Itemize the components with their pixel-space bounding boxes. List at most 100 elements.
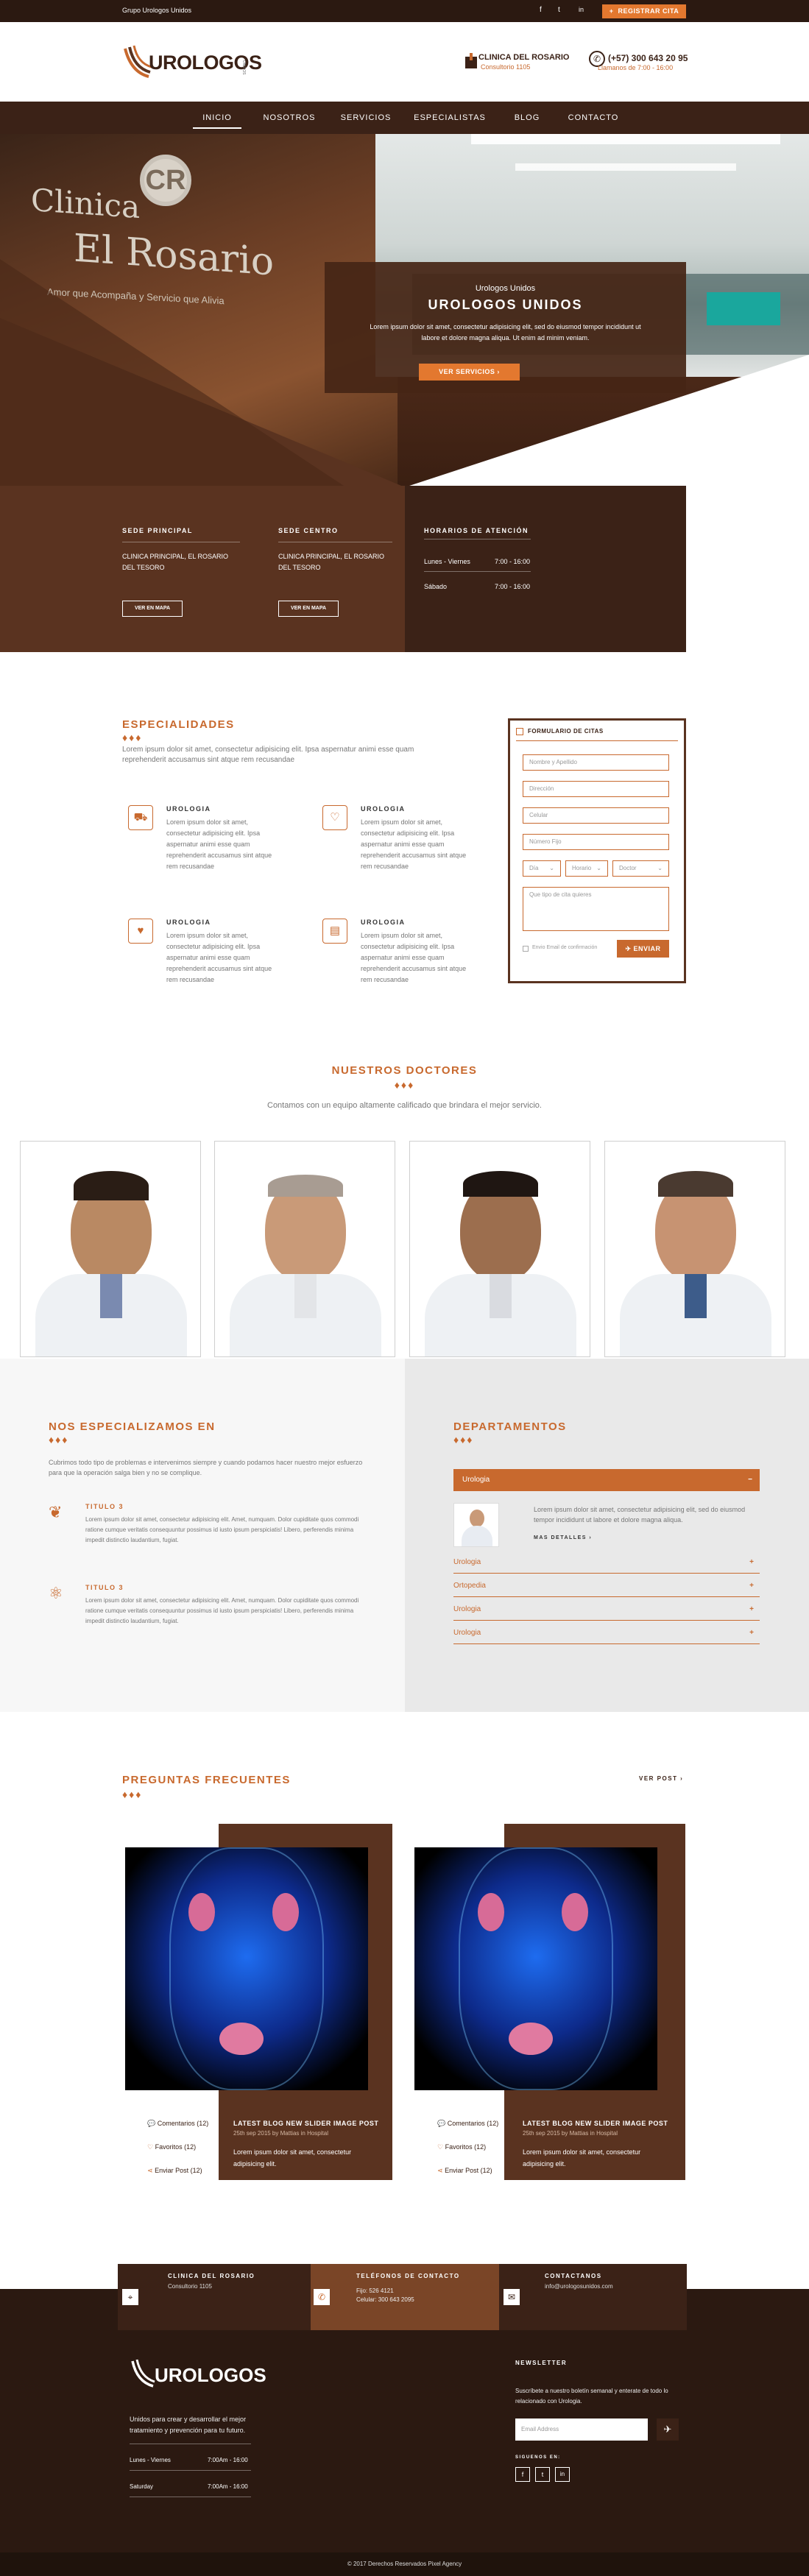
plus-icon: + (749, 1629, 754, 1637)
specialty-title: UROLOGIA (361, 805, 406, 813)
name-field[interactable]: Nombre y Apellido (523, 754, 669, 771)
facebook-icon[interactable]: f (540, 6, 542, 14)
social-title: SIGUENOS EN: (515, 2455, 561, 2460)
blog-post-image[interactable] (414, 1847, 657, 2090)
contact-strip-line: Fijo: 526 4121 (356, 2287, 394, 2294)
doctor-card[interactable] (604, 1141, 785, 1357)
doctor-card[interactable] (409, 1141, 590, 1357)
newsletter-email-input[interactable]: Email Address (515, 2418, 648, 2441)
title-dots: ♦♦♦ (49, 1434, 69, 1446)
department-item[interactable]: Urologia + (453, 1599, 760, 1621)
blog-post-title[interactable]: LATEST BLOG NEW SLIDER IMAGE POST (233, 2120, 381, 2127)
hero-title: UROLOGOS UNIDOS (428, 297, 583, 312)
share-label: Enviar Post (12) (445, 2167, 492, 2174)
faq-title: PREGUNTAS FRECUENTES (122, 1774, 291, 1786)
heart-icon: ♡ (437, 2143, 444, 2151)
comments-label: Comentarios (12) (447, 2120, 499, 2127)
phone-field[interactable]: Número Fijo (523, 834, 669, 850)
locations-strip: SEDE PRINCIPAL CLINICA PRINCIPAL, EL ROS… (0, 486, 809, 652)
comments-link[interactable]: 💬 Comentarios (12) (437, 2120, 498, 2128)
submit-button[interactable]: ✈ ENVIAR (617, 940, 669, 958)
nav-item-blog[interactable]: BLOG (505, 102, 549, 134)
nav-item-inicio[interactable]: INICIO (193, 107, 241, 129)
linkedin-icon[interactable]: in (555, 2467, 570, 2482)
footer-about: Unidos para crear y desarrollar el mejor… (130, 2416, 247, 2434)
specialty-text: Lorem ipsum dolor sit amet, consectetur … (166, 932, 272, 983)
logo-subtext: UNIDOS (241, 60, 246, 75)
specialize-item-title: TITULO 3 (85, 1584, 124, 1591)
share-link[interactable]: ⋖ Enviar Post (12) (437, 2167, 492, 2175)
header-phone[interactable]: (+57) 300 643 20 95 (608, 53, 688, 63)
address-field[interactable]: Dirección (523, 781, 669, 797)
newsletter-email-placeholder: Email Address (521, 2426, 559, 2432)
comments-link[interactable]: 💬 Comentarios (12) (147, 2120, 208, 2128)
confirmation-checkbox[interactable] (523, 946, 529, 952)
nav-item-contacto[interactable]: CONTACTO (564, 102, 623, 134)
especialidades-section: ESPECIALIDADES ♦♦♦ Lorem ipsum dolor sit… (0, 652, 809, 991)
department-item[interactable]: Urologia + (453, 1622, 760, 1644)
facebook-icon[interactable]: f (515, 2467, 530, 2482)
register-appointment-button[interactable]: + REGISTRAR CITA (602, 4, 686, 18)
hero-kicker: Urologos Unidos (475, 284, 536, 293)
doctor-card[interactable] (20, 1141, 201, 1357)
twitter-icon[interactable]: t (558, 6, 560, 14)
day-select[interactable]: Día ⌄ (523, 860, 561, 877)
hero-overlay-card: Urologos Unidos UROLOGOS UNIDOS Lorem ip… (325, 262, 686, 393)
send-newsletter-button[interactable]: ✈ (657, 2418, 679, 2441)
hospital-icon (464, 53, 478, 69)
blog-post-image[interactable] (125, 1847, 368, 2090)
specialize-item-text: Lorem ipsum dolor sit amet, consectetur … (85, 1516, 359, 1543)
title-dots: ♦♦♦ (394, 1079, 415, 1091)
hero-services-button[interactable]: VER SERVICIOS › (419, 364, 520, 381)
twitter-icon[interactable]: t (535, 2467, 550, 2482)
time-select[interactable]: Horario ⌄ (565, 860, 608, 877)
favorites-label: Favoritos (12) (445, 2143, 487, 2151)
contact-strip-line: Consultorio 1105 (168, 2283, 212, 2290)
hero-services-label: VER SERVICIOS (439, 368, 495, 375)
contact-strip-line[interactable]: info@urologosunidos.com (545, 2283, 613, 2290)
view-map-button[interactable]: VER EN MAPA (278, 601, 339, 617)
footer-hours-day: Lunes - Viernes (130, 2457, 171, 2463)
paper-plane-icon: ✈ (663, 2424, 672, 2435)
blog-post-title[interactable]: LATEST BLOG NEW SLIDER IMAGE POST (523, 2120, 670, 2127)
ambulance-icon: ⛟ (128, 805, 153, 830)
blog-post-date: 25th sep 2015 by Mattias in Hospital (523, 2130, 618, 2137)
comment-icon: 💬 (437, 2120, 446, 2127)
doctor-card[interactable] (214, 1141, 395, 1357)
logo-swoosh-icon (124, 45, 152, 78)
title-dots: ♦♦♦ (122, 1788, 143, 1800)
nav-item-servicios[interactable]: SERVICIOS (336, 102, 396, 134)
cell-field[interactable]: Celular (523, 807, 669, 824)
page: Grupo Urologos Unidos f t in + REGISTRAR… (0, 0, 809, 2576)
nav-item-especialistas[interactable]: ESPECIALISTAS (411, 102, 488, 134)
footer-logo[interactable]: UROLOGOS (130, 2357, 277, 2393)
department-item[interactable]: Urologia + (453, 1551, 760, 1574)
department-item[interactable]: Ortopedia + (453, 1575, 760, 1597)
see-post-link[interactable]: VER POST › (639, 1775, 683, 1782)
location-text: CLINICA PRINCIPAL, EL ROSARIO DEL TESORO (278, 553, 385, 571)
specialty-text: Lorem ipsum dolor sit amet, consectetur … (361, 932, 467, 983)
department-active-tab[interactable]: Urologia − (453, 1469, 760, 1491)
blog-post-date: 25th sep 2015 by Mattias in Hospital (233, 2130, 328, 2137)
time-select-label: Horario (572, 865, 592, 871)
department-text: Lorem ipsum dolor sit amet, consectetur … (534, 1506, 746, 1524)
favorites-link[interactable]: ♡ Favoritos (12) (147, 2143, 196, 2151)
especialidades-title: ESPECIALIDADES (122, 718, 235, 731)
doctors-subtitle: Contamos con un equipo altamente calific… (267, 1101, 542, 1110)
title-dots: ♦♦♦ (453, 1434, 474, 1446)
submit-label: ENVIAR (633, 945, 661, 952)
view-map-button[interactable]: VER EN MAPA (122, 601, 183, 617)
share-link[interactable]: ⋖ Enviar Post (12) (147, 2167, 202, 2175)
message-textarea[interactable]: Que tipo de cita quieres (523, 887, 669, 931)
logo[interactable]: UROLOGOS UNIDOS (122, 43, 262, 87)
footer: ⌖ CLINICA DEL ROSARIO Consultorio 1105 ✆… (0, 2264, 809, 2576)
linkedin-icon[interactable]: in (579, 6, 584, 13)
favorites-link[interactable]: ♡ Favoritos (12) (437, 2143, 486, 2151)
doctor-select[interactable]: Doctor ⌄ (612, 860, 669, 877)
nav-item-nosotros[interactable]: NOSOTROS (259, 102, 319, 134)
form-title: FORMULARIO DE CITAS (528, 728, 604, 735)
doctor-select-label: Doctor (619, 865, 637, 871)
department-more-link[interactable]: MAS DETALLES › (534, 1535, 592, 1540)
appointment-form: FORMULARIO DE CITAS Nombre y Apellido Di… (508, 718, 686, 983)
topbar-brand: Grupo Urologos Unidos (122, 7, 192, 14)
